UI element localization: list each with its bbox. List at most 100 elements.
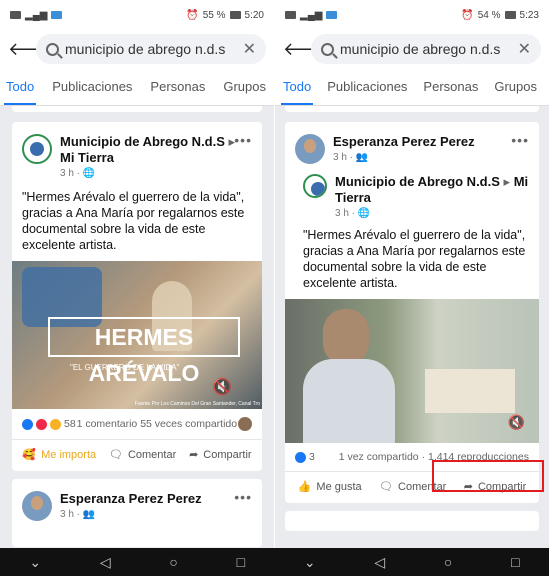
tab-publicaciones[interactable]: Publicaciones [327, 79, 407, 94]
home-nav-icon-2[interactable]: ○ [444, 554, 452, 570]
more-options-icon[interactable]: ••• [234, 132, 252, 148]
avatar[interactable] [22, 134, 52, 164]
shared-post-header: Municipio de Abrego N.d.S ▸ Mi Tierra 3 … [285, 170, 539, 223]
post-header: Esperanza Perez Perez 3 h · 👥 ••• [12, 479, 262, 527]
more-options-icon[interactable]: ••• [511, 132, 529, 148]
tab-personas[interactable]: Personas [423, 79, 478, 94]
previous-card-edge [12, 106, 262, 112]
alarm-icon: ⏰ [461, 9, 474, 21]
mute-icon[interactable]: 🔇 [508, 414, 525, 431]
recents-nav-icon-2[interactable]: □ [511, 554, 519, 570]
post-header: Esperanza Perez Perez 3 h · 👥 ••• [285, 122, 539, 170]
message-icon [10, 11, 21, 19]
shared-time[interactable]: 3 h · [335, 208, 355, 219]
tab-todo[interactable]: Todo [3, 79, 37, 105]
comment-icon: 🗨 [108, 449, 123, 461]
video-player[interactable]: HERMES ARÉVALO "EL GUERRERO DE LA VIDA" … [12, 261, 262, 409]
home-nav-icon[interactable]: ○ [169, 554, 177, 570]
status-time: 5:20 [244, 9, 264, 21]
thumbs-up-icon: 👍 [297, 481, 312, 493]
views-highlight-box [432, 460, 544, 492]
avatar[interactable] [295, 134, 325, 164]
shared-author[interactable]: Municipio de Abrego N.d.S [335, 174, 500, 189]
tab-personas[interactable]: Personas [150, 79, 205, 94]
search-input[interactable]: municipio de abrego n.d.s ✕ [36, 34, 266, 64]
post-text: "Hermes Arévalo el guerrero de la vida",… [303, 228, 526, 290]
app-icon [51, 11, 63, 19]
reactions-count[interactable]: 3 [309, 451, 315, 463]
status-time: 5:23 [519, 9, 539, 21]
previous-card-edge [285, 106, 539, 112]
shared-avatar[interactable] [303, 174, 327, 198]
battery-icon [229, 11, 241, 19]
search-header: 🡐 municipio de abrego n.d.s ✕ [275, 30, 549, 68]
clear-icon[interactable]: ✕ [243, 39, 256, 59]
clear-icon[interactable]: ✕ [518, 39, 531, 59]
battery-icon [504, 11, 516, 19]
post-target[interactable]: Mi Tierra [60, 150, 252, 166]
commenter-avatar [237, 417, 252, 431]
search-icon [321, 42, 334, 56]
post-card: Esperanza Perez Perez 3 h · 👥 ••• Munici… [285, 122, 539, 503]
tab-todo[interactable]: Todo [280, 79, 314, 105]
recents-nav-icon[interactable]: □ [237, 554, 245, 570]
speaker-head-shape [323, 309, 369, 365]
battery-percent: 55 % [202, 9, 226, 21]
mute-icon[interactable]: 🔇 [212, 377, 232, 397]
search-query[interactable]: municipio de abrego n.d.s [65, 41, 237, 57]
like-button[interactable]: 👍 Me gusta [297, 480, 362, 494]
back-nav-icon[interactable]: ◁ [100, 554, 111, 571]
globe-icon: 🌐 [357, 208, 371, 219]
like-reaction-icon [22, 418, 33, 430]
back-arrow-icon[interactable]: 🡐 [8, 39, 56, 60]
card-spacer [12, 527, 262, 547]
engagement-counts: 58 1 comentario 55 veces compartido [12, 409, 262, 439]
hide-nav-icon[interactable]: ⌄ [29, 554, 41, 571]
post-time[interactable]: 3 h · [60, 168, 80, 179]
comment-icon: 🗨 [379, 481, 394, 493]
search-tabs: Todo Publicaciones Personas Grupos E\ [0, 68, 274, 106]
shares-count[interactable]: 55 veces compartido [140, 418, 237, 430]
like-reaction-icon [295, 451, 306, 463]
android-nav-bar: ⌄ ◁ ○ □ ⌄ ◁ ○ □ [0, 548, 549, 576]
post-author[interactable]: Esperanza Perez Perez [333, 134, 529, 150]
speaker-body-shape [303, 359, 395, 443]
video-subtitle: "EL GUERRERO DE LA VIDA" [70, 363, 180, 372]
reactions-count[interactable]: 58 [64, 418, 76, 430]
post-time[interactable]: 3 h · [60, 509, 80, 520]
screenshot-composite: ▂▄▆ ⏰ 55 % 5:20 🡐 municipio de abrego n.d.… [0, 0, 549, 576]
hide-nav-icon-2[interactable]: ⌄ [304, 554, 316, 571]
love-reaction-icon [36, 418, 47, 430]
avatar[interactable] [22, 491, 52, 521]
share-button[interactable]: ➦ Compartir [189, 448, 252, 462]
post-actions: 🥰 Me importa 🗨 Comentar ➦ Compartir [12, 439, 262, 471]
friends-icon: 👥 [355, 152, 369, 163]
tab-grupos[interactable]: Grupos [223, 79, 266, 94]
post-author[interactable]: Municipio de Abrego N.d.S [60, 134, 225, 149]
search-header: 🡐 municipio de abrego n.d.s ✕ [0, 30, 274, 68]
video-title: HERMES ARÉVALO [48, 317, 240, 386]
painting-church-shape [425, 369, 515, 413]
tab-publicaciones[interactable]: Publicaciones [52, 79, 132, 94]
search-query[interactable]: municipio de abrego n.d.s [340, 41, 512, 57]
alarm-icon: ⏰ [186, 9, 199, 21]
more-options-icon[interactable]: ••• [234, 489, 252, 505]
globe-icon: 🌐 [82, 168, 96, 179]
comment-button[interactable]: 🗨 Comentar [108, 448, 177, 462]
comments-count[interactable]: 1 comentario [77, 418, 138, 430]
signal-icon: ▂▄▆ [300, 9, 323, 21]
back-arrow-icon[interactable]: 🡐 [283, 39, 331, 60]
comment-label: Comentar [127, 448, 177, 461]
shares-count[interactable]: 1 vez compartido [339, 451, 419, 463]
arrow-icon: ▸ [503, 174, 511, 189]
search-icon [46, 42, 59, 56]
post-card: Municipio de Abrego N.d.S ▸ Mi Tierra 3 … [12, 122, 262, 471]
post-time[interactable]: 3 h · [333, 152, 353, 163]
tab-grupos[interactable]: Grupos [494, 79, 537, 94]
care-button[interactable]: 🥰 Me importa [22, 448, 96, 462]
like-label: Me gusta [316, 480, 362, 493]
back-nav-icon-2[interactable]: ◁ [374, 554, 385, 571]
post-author[interactable]: Esperanza Perez Perez [60, 491, 252, 507]
search-input[interactable]: municipio de abrego n.d.s ✕ [311, 34, 541, 64]
video-player[interactable]: 🔇 [285, 299, 539, 443]
